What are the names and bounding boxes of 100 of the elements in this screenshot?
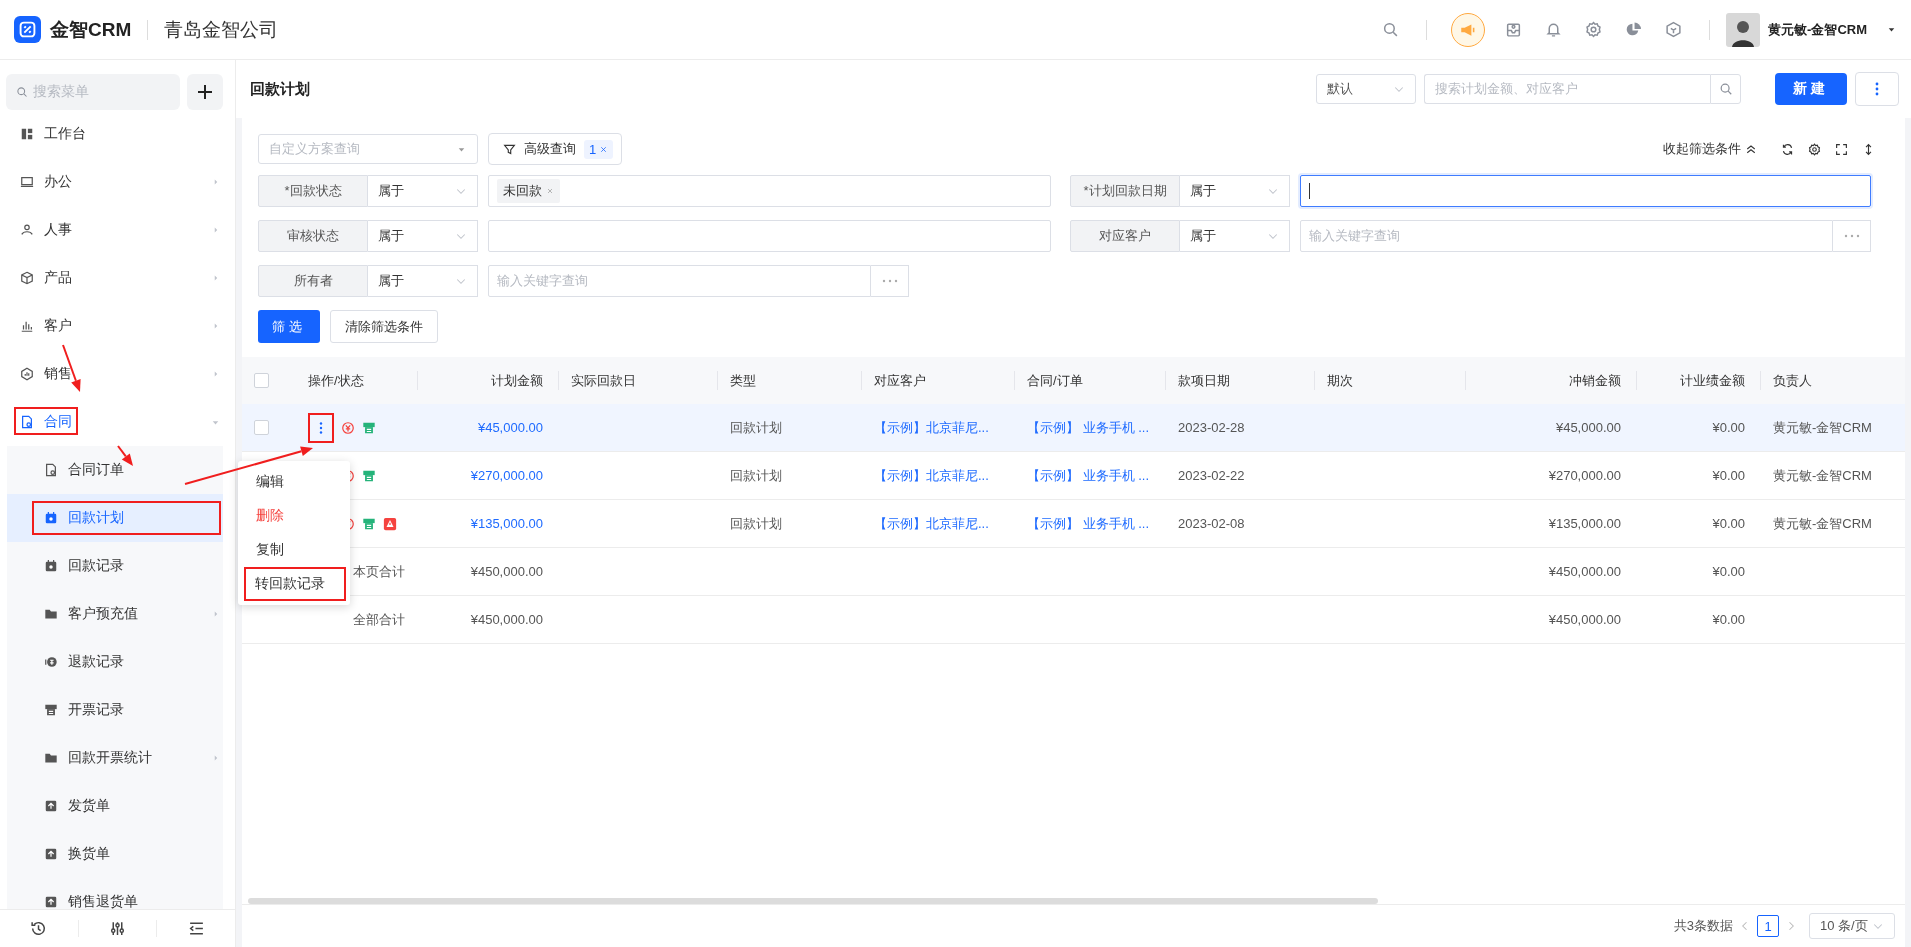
avatar[interactable]	[1726, 12, 1761, 47]
grid-icon	[20, 127, 34, 141]
view-select[interactable]: 默认	[1316, 74, 1416, 104]
submenu-item[interactable]: 合同订单	[7, 446, 223, 494]
submenu-item[interactable]: 销售退货单	[7, 878, 223, 909]
printer-icon	[44, 703, 58, 717]
table-link[interactable]: 【示例】 业务手机 ...	[1027, 418, 1150, 437]
column-header: 冲销金额	[1569, 371, 1621, 390]
column-header: 实际回款日	[571, 371, 636, 390]
submenu-item[interactable]: 回款开票统计	[7, 734, 223, 782]
filter-label: 审核状态	[258, 220, 368, 252]
row-menu-button[interactable]	[308, 412, 334, 443]
table-cell: 2023-02-08	[1178, 516, 1245, 531]
page-size-select[interactable]: 10 条/页	[1809, 913, 1895, 939]
hexagon-icon	[20, 367, 34, 381]
box-icon	[20, 271, 34, 285]
fullscreen-icon	[1835, 142, 1848, 156]
bar-chart-icon	[20, 319, 34, 333]
filter-button[interactable]: 筛选	[258, 310, 320, 343]
warning-icon	[383, 516, 397, 531]
submenu-item[interactable]: 换货单	[7, 830, 223, 878]
document-icon	[44, 463, 58, 477]
cube-icon	[1664, 21, 1682, 38]
operator-select[interactable]: 属于	[1180, 175, 1290, 207]
pie-chart-icon	[1624, 21, 1642, 38]
plus-icon	[197, 84, 213, 100]
table-link[interactable]: ¥135,000.00	[470, 516, 543, 531]
menu-item[interactable]: 产品	[0, 254, 235, 302]
column-header: 操作/状态	[308, 371, 364, 390]
submenu-item[interactable]: 发货单	[7, 782, 223, 830]
table-link[interactable]: ¥270,000.00	[470, 468, 543, 483]
folder-icon	[44, 607, 58, 621]
search-icon	[1718, 82, 1733, 96]
table-link[interactable]: 【示例】北京菲尼...	[874, 418, 989, 437]
table-cell: 2023-02-28	[1178, 420, 1245, 435]
picker-button[interactable]	[1833, 220, 1871, 252]
search-icon	[1381, 21, 1399, 38]
table-cell: 黄元敏-金智CRM	[1773, 418, 1872, 437]
clear-filters-button[interactable]: 清除筛选条件	[330, 310, 438, 343]
operator-select[interactable]: 属于	[368, 175, 478, 207]
submenu-item[interactable]: 开票记录	[7, 686, 223, 734]
filter-label: 对应客户	[1070, 220, 1180, 252]
checkbox[interactable]	[254, 373, 269, 388]
printer-icon	[362, 468, 376, 483]
operator-select[interactable]: 属于	[368, 265, 478, 297]
table-cell: 2023-02-22	[1178, 468, 1245, 483]
ellipsis-icon	[881, 279, 898, 283]
kebab-icon	[319, 421, 323, 434]
table-link[interactable]: 【示例】北京菲尼...	[874, 466, 989, 485]
total-label: 本页合计	[353, 562, 405, 581]
submenu-item[interactable]: 退款记录	[7, 638, 223, 686]
page-title: 回款计划	[250, 79, 311, 99]
logo-icon	[14, 16, 41, 43]
column-header: 类型	[730, 371, 756, 390]
add-button[interactable]	[187, 74, 223, 110]
sliders-icon	[109, 920, 126, 937]
checkbox[interactable]	[254, 420, 269, 435]
operator-select[interactable]: 属于	[368, 220, 478, 252]
page-button[interactable]: 1	[1757, 915, 1779, 937]
table-cell: ¥0.00	[1712, 564, 1745, 579]
new-button[interactable]: 新建	[1775, 73, 1847, 105]
submenu-item[interactable]: 回款记录	[7, 542, 223, 590]
submenu-item[interactable]: 客户预充值	[7, 590, 223, 638]
menu-item[interactable]: 销售	[0, 350, 235, 398]
filter-value-field[interactable]: 未回款	[488, 175, 1051, 207]
picker-button[interactable]	[871, 265, 909, 297]
table-link[interactable]: 【示例】 业务手机 ...	[1027, 514, 1150, 533]
menu-item[interactable]: 合同	[0, 398, 235, 446]
advanced-query-button[interactable]: 高级查询 1	[488, 133, 623, 165]
table-cell: 回款计划	[730, 418, 782, 437]
archive-icon	[44, 847, 58, 861]
column-header: 计业绩金额	[1680, 371, 1745, 390]
collapse-filters-link[interactable]: 收起筛选条件	[1663, 140, 1757, 158]
menu-item[interactable]: 客户	[0, 302, 235, 350]
column-header: 期次	[1327, 371, 1353, 390]
table-cell: 回款计划	[730, 514, 782, 533]
ellipsis-icon	[1843, 234, 1860, 238]
table-cell: ¥0.00	[1712, 468, 1745, 483]
more-button[interactable]	[1855, 72, 1899, 106]
filter-label: 所有者	[258, 265, 368, 297]
filter-value-field[interactable]	[1300, 175, 1871, 207]
scrollbar-thumb[interactable]	[248, 898, 1378, 904]
table-row[interactable]: ¥45,000.00 回款计划 【示例】北京菲尼... 【示例】 业务手机 ... 2023-02-28 ¥45,000.00 ¥0.00 黄元敏-金智CRM	[242, 404, 1905, 452]
history-icon	[30, 920, 48, 937]
megaphone-icon[interactable]	[1451, 12, 1486, 47]
menu-item[interactable]: 办公	[0, 158, 235, 206]
submenu-item[interactable]: 回款计划	[7, 494, 223, 542]
menu-item[interactable]: 工作台	[0, 110, 235, 158]
menu-item[interactable]: 人事	[0, 206, 235, 254]
filter-icon	[503, 142, 516, 156]
user-name[interactable]: 黄元敏-金智CRM	[1768, 20, 1867, 39]
table-link[interactable]: 【示例】 业务手机 ...	[1027, 466, 1150, 485]
search-button[interactable]	[1710, 74, 1741, 104]
table-cell: ¥0.00	[1712, 420, 1745, 435]
bell-icon	[1544, 21, 1562, 38]
archive-icon	[44, 799, 58, 813]
table-link[interactable]: ¥45,000.00	[477, 420, 543, 435]
operator-select[interactable]: 属于	[1180, 220, 1290, 252]
table-link[interactable]: 【示例】北京菲尼...	[874, 514, 989, 533]
table-cell: 黄元敏-金智CRM	[1773, 466, 1872, 485]
